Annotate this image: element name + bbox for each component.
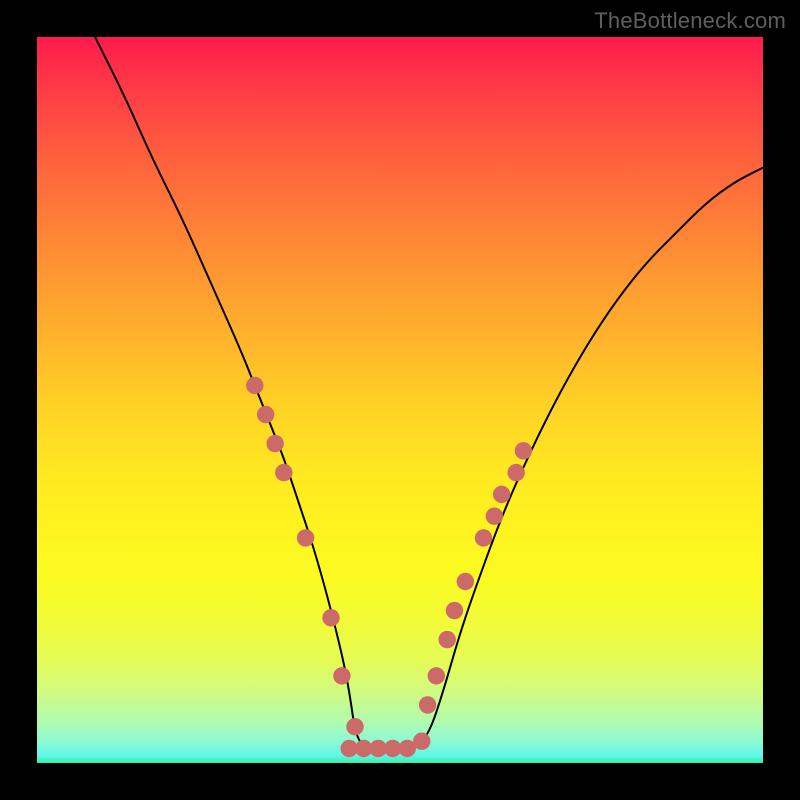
- data-point: [257, 406, 274, 423]
- plot-area: [37, 37, 763, 763]
- data-point: [486, 507, 503, 524]
- data-point: [515, 442, 532, 459]
- data-point: [493, 486, 510, 503]
- data-point: [346, 718, 363, 735]
- data-point: [428, 667, 445, 684]
- data-point: [322, 609, 339, 626]
- data-point: [297, 529, 314, 546]
- data-point: [275, 464, 292, 481]
- chart-svg: [37, 37, 763, 763]
- data-point: [475, 529, 492, 546]
- data-point: [438, 631, 455, 648]
- data-point: [266, 435, 283, 452]
- data-point: [457, 573, 474, 590]
- data-point: [333, 667, 350, 684]
- data-point: [446, 602, 463, 619]
- data-point: [246, 377, 263, 394]
- curve-path: [95, 37, 763, 748]
- chart-container: TheBottleneck.com: [0, 0, 800, 800]
- data-point: [413, 733, 430, 750]
- watermark-text: TheBottleneck.com: [594, 8, 786, 34]
- data-point: [507, 464, 524, 481]
- data-point: [419, 696, 436, 713]
